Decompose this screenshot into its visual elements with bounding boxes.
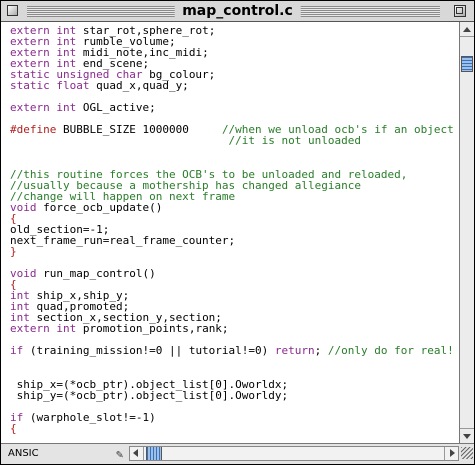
window-title: map_control.c	[174, 2, 301, 20]
vertical-scroll-thumb[interactable]	[461, 56, 473, 72]
code-token: {	[10, 421, 17, 435]
arrow-up-icon	[463, 27, 471, 32]
horizontal-scrollbar[interactable]	[129, 446, 459, 461]
code-token: promotion_points,rank;	[82, 322, 229, 336]
code-line[interactable]: if (warphole_slot!=-1)	[10, 412, 459, 423]
code-token: if	[10, 344, 30, 358]
arrow-right-icon	[450, 449, 455, 457]
code-token: }	[10, 244, 17, 258]
code-line[interactable]: extern int OGL_active;	[10, 102, 459, 113]
source-code[interactable]: extern int star_rot,sphere_rot; extern in…	[10, 25, 459, 434]
code-token: extern int	[10, 101, 83, 115]
scroll-right-button[interactable]	[444, 447, 458, 460]
resize-grip-icon[interactable]	[461, 447, 473, 459]
code-line[interactable]: ​	[10, 147, 459, 158]
code-token: return	[274, 344, 315, 358]
code-token: OGL_active;	[82, 101, 156, 115]
horizontal-scroll-thumb[interactable]	[146, 447, 162, 460]
code-line[interactable]: //it is not unloaded	[10, 135, 459, 146]
status-bar: ANSIC ✎	[1, 443, 474, 464]
arrow-left-icon	[133, 449, 138, 457]
code-token: ;	[314, 344, 328, 358]
code-line[interactable]: ​	[10, 356, 459, 367]
code-token: extern int	[10, 322, 83, 336]
code-token: //it is not unloaded	[228, 134, 361, 148]
scroll-down-button[interactable]	[460, 428, 474, 443]
code-line[interactable]: void force_ocb_update()	[10, 202, 459, 213]
code-line[interactable]: void run_map_control()	[10, 268, 459, 279]
code-token: run_map_control()	[43, 267, 156, 281]
code-line[interactable]: {	[10, 423, 459, 434]
zoom-box-icon[interactable]	[454, 5, 466, 17]
code-token: next_frame_run=real_frame_counter;	[10, 233, 236, 247]
code-token: (warphole_slot!=-1)	[29, 410, 156, 424]
code-editor-area[interactable]: extern int star_rot,sphere_rot; extern in…	[1, 22, 459, 443]
code-token: static float	[10, 79, 97, 93]
code-editor-window: map_control.c extern int star_rot,sphere…	[0, 0, 475, 465]
code-line[interactable]: if (training_mission!=0 || tutorial!=0) …	[10, 345, 459, 356]
title-bar[interactable]: map_control.c	[1, 1, 474, 22]
language-indicator[interactable]: ANSIC	[8, 448, 39, 459]
code-token: quad_x,quad_y;	[96, 79, 189, 93]
code-line[interactable]: next_frame_run=real_frame_counter;	[10, 235, 459, 246]
vertical-scrollbar[interactable]	[459, 22, 474, 443]
code-line[interactable]: }	[10, 246, 459, 257]
scroll-left-button[interactable]	[130, 447, 144, 460]
arrow-down-icon	[463, 434, 471, 439]
code-token: (training_mission!=0 || tutorial!=0)	[29, 344, 275, 358]
code-line[interactable]: ship_y=(*ocb_ptr).object_list[0].Oworldy…	[10, 390, 459, 401]
scroll-up-button[interactable]	[460, 22, 474, 37]
code-token: force_ocb_update()	[43, 200, 163, 214]
code-line[interactable]: static float quad_x,quad_y;	[10, 80, 459, 91]
code-token: //only do for real!	[327, 344, 454, 358]
close-box-icon[interactable]	[7, 5, 18, 16]
code-token: ship_y=(*ocb_ptr).object_list[0].Oworldy…	[10, 388, 289, 402]
pencil-icon[interactable]: ✎	[116, 447, 123, 461]
code-line[interactable]: extern int promotion_points,rank;	[10, 323, 459, 334]
